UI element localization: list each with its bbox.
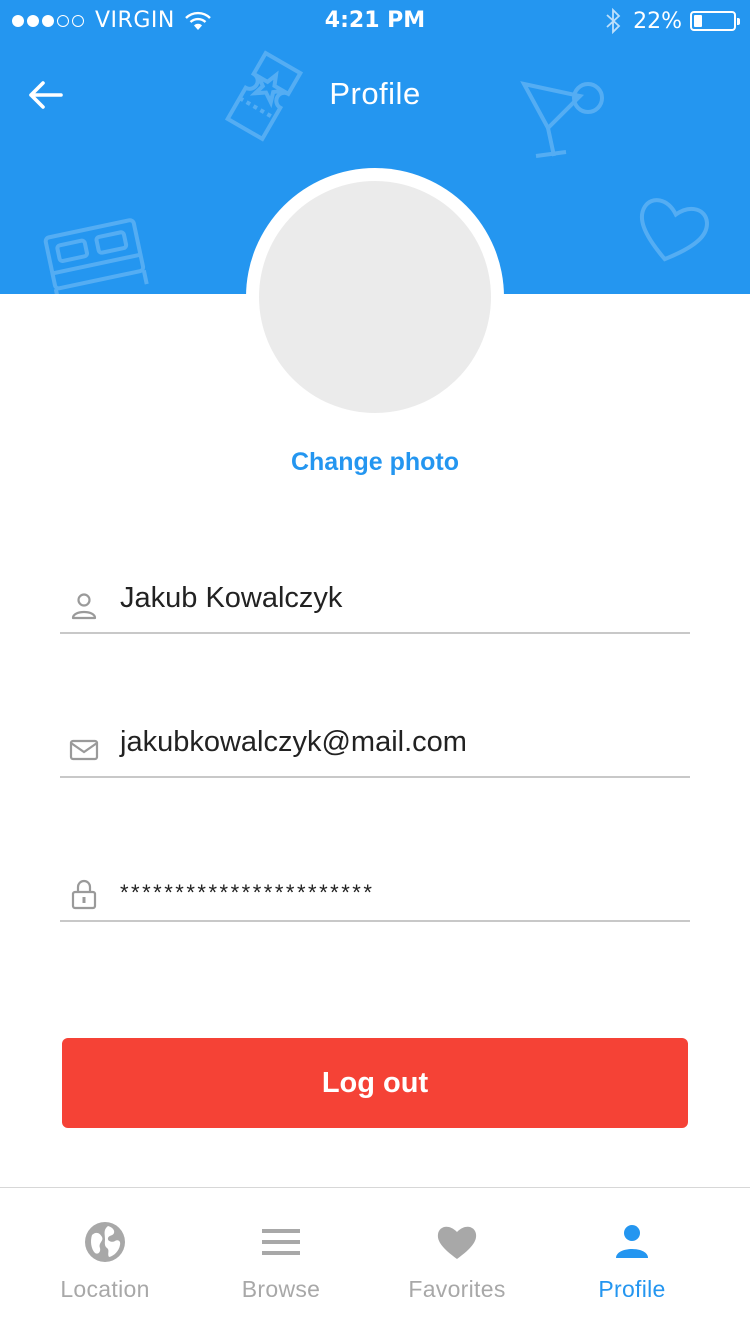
- logout-button[interactable]: Log out: [62, 1038, 688, 1128]
- battery-icon: [690, 11, 740, 31]
- status-bar: VIRGIN 4:21 PM 22%: [0, 0, 750, 46]
- avatar[interactable]: [259, 181, 491, 413]
- battery-percent: 22%: [633, 8, 682, 34]
- person-icon: [68, 590, 100, 622]
- email-value: jakubkowalczyk@mail.com: [120, 726, 467, 758]
- password-field[interactable]: ***********************: [60, 862, 690, 922]
- bed-icon: [43, 218, 149, 294]
- name-value: Jakub Kowalczyk: [120, 582, 343, 614]
- page-title: Profile: [329, 76, 421, 111]
- heart-icon: [369, 1220, 545, 1264]
- tab-label: Browse: [241, 1276, 321, 1302]
- heart-icon: [639, 198, 709, 262]
- tab-profile[interactable]: Profile: [544, 1188, 720, 1334]
- change-photo-button[interactable]: Change photo: [0, 448, 750, 477]
- bluetooth-icon: [606, 8, 621, 34]
- tab-bar: Location Browse Favorites Profile: [0, 1187, 750, 1334]
- lock-icon: [68, 878, 100, 910]
- tab-favorites[interactable]: Favorites: [369, 1188, 545, 1334]
- mail-icon: [68, 734, 100, 766]
- tab-label: Location: [60, 1276, 150, 1302]
- battery-level: [694, 15, 703, 27]
- name-field[interactable]: Jakub Kowalczyk: [60, 574, 690, 634]
- tab-label: Profile: [598, 1276, 666, 1302]
- password-value: ***********************: [120, 880, 375, 905]
- globe-icon: [17, 1220, 193, 1264]
- email-field[interactable]: jakubkowalczyk@mail.com: [60, 718, 690, 778]
- person-icon: [544, 1220, 720, 1264]
- menu-icon: [193, 1220, 369, 1264]
- tab-location[interactable]: Location: [17, 1188, 193, 1334]
- tab-browse[interactable]: Browse: [193, 1188, 369, 1334]
- tab-label: Favorites: [408, 1276, 506, 1302]
